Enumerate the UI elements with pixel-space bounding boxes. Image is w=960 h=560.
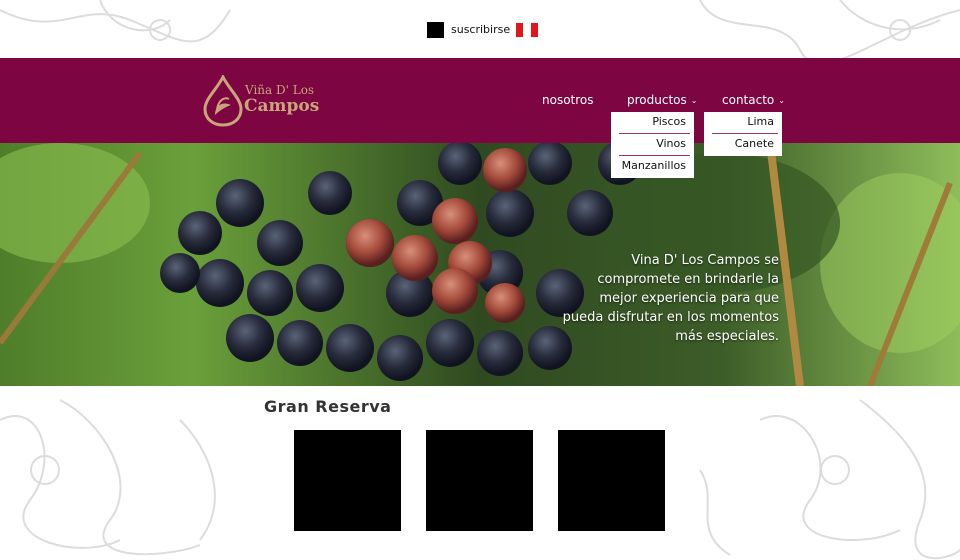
peru-flag-icon[interactable]: [516, 23, 538, 37]
nav-item-productos[interactable]: productos ⌄: [627, 93, 697, 109]
grapes-hero-image: [0, 143, 960, 386]
hero-banner: Vina D' Los Campos se compromete en brin…: [0, 143, 960, 386]
grape-drop-icon: [203, 73, 243, 127]
menu-item-piscos[interactable]: Piscos: [611, 112, 694, 134]
product-tile[interactable]: [294, 430, 401, 531]
nav-label: productos: [627, 93, 687, 107]
site-logo[interactable]: Viña D' Los Campos: [203, 73, 323, 127]
subscribe-link[interactable]: suscribirse: [451, 23, 510, 37]
menu-item-vinos[interactable]: Vinos: [611, 134, 694, 156]
nav-item-contacto[interactable]: contacto ⌄: [722, 93, 785, 109]
brand-line-2: Campos: [244, 96, 320, 116]
nav-item-nosotros[interactable]: nosotros: [542, 93, 594, 107]
product-tile[interactable]: [426, 430, 533, 531]
hero-tagline: Vina D' Los Campos se compromete en brin…: [562, 253, 779, 344]
contact-dropdown: Lima Canete: [704, 112, 782, 156]
products-dropdown: Piscos Vinos Manzanillos: [611, 112, 694, 178]
top-bar: suscribirse: [0, 0, 960, 58]
nav-label: nosotros: [542, 93, 594, 107]
subscribe-icon[interactable]: [427, 22, 444, 38]
menu-item-lima[interactable]: Lima: [704, 112, 782, 134]
menu-item-canete[interactable]: Canete: [704, 134, 782, 156]
site-header: Viña D' Los Campos nosotros productos ⌄ c…: [0, 58, 960, 143]
product-tile[interactable]: [558, 430, 665, 531]
chevron-down-icon: ⌄: [690, 96, 698, 105]
menu-item-manzanillos[interactable]: Manzanillos: [611, 156, 694, 178]
section-title: Gran Reserva: [264, 397, 392, 416]
chevron-down-icon: ⌄: [778, 96, 785, 105]
nav-label: contacto: [722, 93, 775, 107]
brand-line-1: Viña D' Los: [245, 83, 315, 97]
